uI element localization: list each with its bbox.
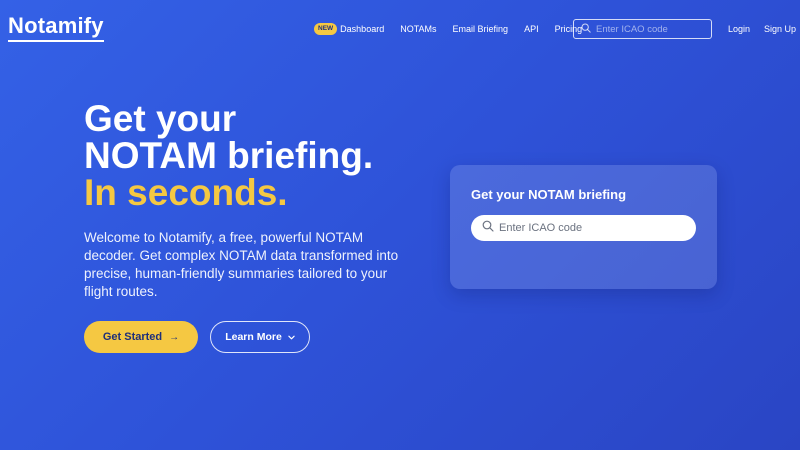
top-navbar: Notamify NEW Dashboard NOTAMs Email Brie… xyxy=(0,0,800,58)
hero-description: Welcome to Notamify, a free, powerful NO… xyxy=(84,230,399,299)
briefing-card-title: Get your NOTAM briefing xyxy=(471,187,627,202)
learn-more-label: Learn More xyxy=(225,331,282,343)
hero-title-line3: In seconds. xyxy=(84,172,288,213)
logo[interactable]: Notamify xyxy=(8,14,104,42)
get-started-label: Get Started xyxy=(102,331,163,343)
nav-search-field[interactable] xyxy=(573,19,712,39)
hero-title-line2: NOTAM briefing. xyxy=(84,135,374,176)
nav-api[interactable]: API xyxy=(524,24,539,34)
get-started-button[interactable]: Get Started → xyxy=(84,321,198,353)
learn-more-button[interactable]: Learn More xyxy=(210,321,310,353)
search-icon xyxy=(482,219,494,237)
hero-title-line1: Get your xyxy=(84,98,237,139)
card-search-input[interactable] xyxy=(499,222,689,234)
login-link[interactable]: Login xyxy=(728,24,750,34)
search-icon xyxy=(581,20,591,38)
briefing-card: Get your NOTAM briefing xyxy=(450,165,717,289)
card-search-field[interactable] xyxy=(471,215,696,241)
arrow-right-icon: → xyxy=(169,331,180,343)
nav-dashboard-label: Dashboard xyxy=(340,24,385,34)
nav-dashboard[interactable]: NEW Dashboard xyxy=(314,23,384,35)
chevron-down-icon xyxy=(288,333,295,342)
nav-email-briefing[interactable]: Email Briefing xyxy=(453,24,509,34)
new-badge: NEW xyxy=(314,23,338,35)
nav-search-input[interactable] xyxy=(596,23,706,35)
nav-links: NEW Dashboard NOTAMs Email Briefing API … xyxy=(314,20,582,38)
signup-link[interactable]: Sign Up xyxy=(764,24,796,34)
hero-title: Get your NOTAM briefing. In seconds. xyxy=(84,100,373,211)
nav-notams[interactable]: NOTAMs xyxy=(400,24,436,34)
